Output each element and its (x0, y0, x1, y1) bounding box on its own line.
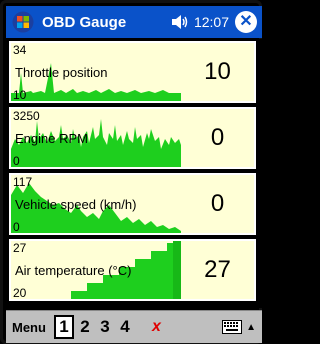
gauge-name: Air temperature (°C) (15, 263, 132, 278)
gauge-name: Engine RPM (15, 131, 88, 146)
keyboard-arrow-icon[interactable]: ▲ (246, 322, 256, 333)
gauge-max: 34 (13, 43, 27, 57)
gauge-air-temp[interactable]: 27 Air temperature (°C) 20 27 (9, 239, 256, 301)
gauge-min: 0 (13, 154, 20, 168)
close-button[interactable]: ✕ (235, 11, 257, 33)
gauge-panel: 34 Throttle position 10 10 (11, 43, 254, 102)
windows-start-icon[interactable] (10, 9, 36, 35)
gauge-throttle[interactable]: 34 Throttle position 10 10 (9, 41, 256, 103)
gauge-value: 27 (204, 256, 231, 283)
gauge-name: Vehicle speed (km/h) (15, 197, 137, 212)
gauge-value: 0 (210, 124, 225, 151)
gauge-rpm[interactable]: 3250 Engine RPM 0 0 (9, 107, 256, 169)
gauge-value: 10 (204, 58, 231, 85)
clock[interactable]: 12:07 (194, 14, 229, 30)
tab-2[interactable]: 2 (76, 317, 94, 337)
tab-3[interactable]: 3 (96, 317, 114, 337)
gauge-min: 10 (13, 88, 27, 102)
gauge-panel: 3250 Engine RPM 0 0 (11, 109, 254, 168)
gauge-max: 117 (13, 175, 33, 189)
device-frame: OBD Gauge 12:07 ✕ 34 Throttle position 1… (0, 0, 262, 344)
menu-button[interactable]: Menu (12, 320, 46, 335)
gauge-min: 0 (13, 220, 20, 234)
close-icon: ✕ (239, 13, 253, 30)
app-title: OBD Gauge (42, 13, 127, 31)
keyboard-icon[interactable] (222, 320, 243, 334)
gauge-value: 0 (210, 190, 225, 217)
gauge-min: 20 (13, 286, 27, 300)
title-bar: OBD Gauge 12:07 ✕ (6, 6, 262, 38)
gauge-name: Throttle position (15, 65, 108, 80)
gauge-panel: 117 Vehicle speed (km/h) 0 0 (11, 175, 254, 234)
volume-icon[interactable] (170, 12, 190, 32)
menu-bar: Menu 1 2 3 4 x ▲ (6, 310, 262, 343)
gauge-max: 27 (13, 241, 27, 255)
tab-1[interactable]: 1 (53, 315, 74, 339)
gauge-max: 3250 (13, 109, 40, 123)
gauge-panel: 27 Air temperature (°C) 20 27 (11, 241, 254, 300)
x-button[interactable]: x (152, 318, 161, 336)
gauge-speed[interactable]: 117 Vehicle speed (km/h) 0 0 (9, 173, 256, 235)
gauge-list: 34 Throttle position 10 10 3250 Engine R… (6, 39, 262, 308)
tab-4[interactable]: 4 (116, 317, 134, 337)
